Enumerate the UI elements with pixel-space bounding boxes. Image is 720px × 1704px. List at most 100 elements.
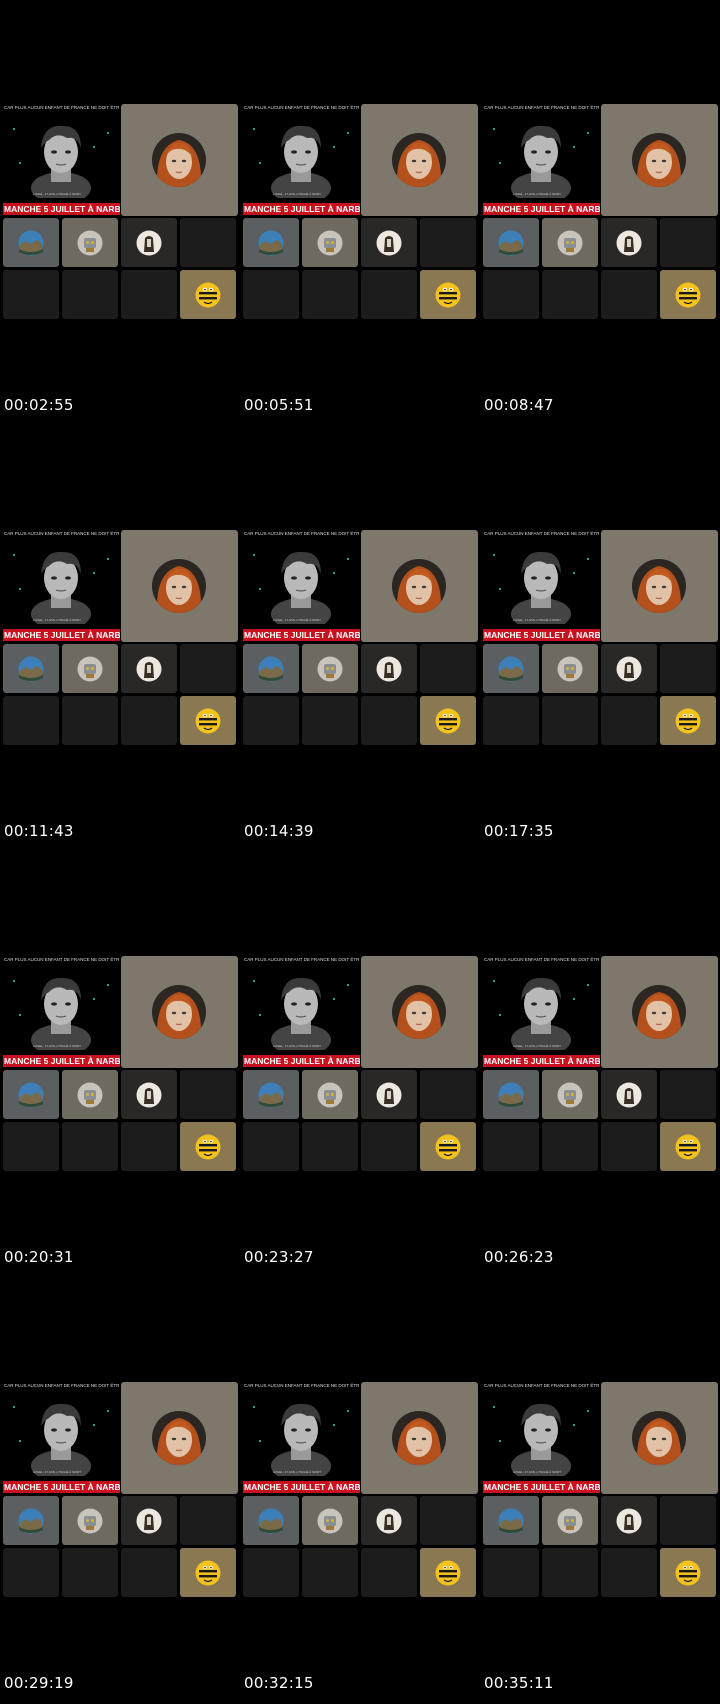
participant-tile[interactable]	[361, 1070, 417, 1119]
participant-tile[interactable]	[3, 644, 59, 693]
active-speaker-tile[interactable]	[601, 956, 718, 1068]
participant-tile[interactable]	[420, 696, 476, 745]
video-banner: MANCHE 5 JUILLET À NARBON	[483, 1055, 600, 1067]
sparkle-dot	[93, 998, 95, 1000]
sparkle-dot	[19, 588, 21, 590]
participant-tile[interactable]	[121, 1496, 177, 1545]
participant-tile[interactable]	[302, 644, 358, 693]
contact-sheet: { "meeting": { "caption": "CAR PLUS AUCU…	[0, 0, 720, 1704]
participant-tile[interactable]	[483, 1496, 539, 1545]
active-speaker-tile[interactable]	[601, 104, 718, 216]
shared-video-tile[interactable]: CAR PLUS AUCUN ENFANT DE FRANCE NE DOIT …	[243, 1382, 360, 1494]
participant-tile[interactable]	[180, 1548, 236, 1597]
shared-video-tile[interactable]: CAR PLUS AUCUN ENFANT DE FRANCE NE DOIT …	[3, 530, 120, 642]
participant-tile[interactable]	[302, 218, 358, 267]
participant-tile[interactable]	[601, 644, 657, 693]
active-speaker-tile[interactable]	[121, 530, 238, 642]
empty-tile	[243, 1122, 299, 1171]
shared-video-tile[interactable]: CAR PLUS AUCUN ENFANT DE FRANCE NE DOIT …	[483, 1382, 600, 1494]
shared-video-tile[interactable]: CAR PLUS AUCUN ENFANT DE FRANCE NE DOIT …	[3, 104, 120, 216]
video-frame: CAR PLUS AUCUN ENFANT DE FRANCE NE DOIT …	[483, 530, 719, 748]
sparkle-dot	[493, 128, 495, 130]
participant-tile[interactable]	[62, 1070, 118, 1119]
active-speaker-tile[interactable]	[361, 956, 478, 1068]
active-speaker-tile[interactable]	[361, 104, 478, 216]
shared-video-tile[interactable]: CAR PLUS AUCUN ENFANT DE FRANCE NE DOIT …	[3, 1382, 120, 1494]
active-speaker-tile[interactable]	[121, 956, 238, 1068]
landscape-avatar-icon	[18, 230, 44, 256]
shared-video-tile[interactable]: CAR PLUS AUCUN ENFANT DE FRANCE NE DOIT …	[483, 104, 600, 216]
participant-tile[interactable]	[483, 1070, 539, 1119]
participant-tile[interactable]	[660, 270, 716, 319]
active-speaker-tile[interactable]	[121, 1382, 238, 1494]
sparkle-dot	[587, 1410, 589, 1412]
empty-tile	[302, 270, 358, 319]
active-speaker-tile[interactable]	[601, 1382, 718, 1494]
video-subcaption: LOGEL, 17 ANS, LYNCHÉ À MORT	[513, 1470, 561, 1474]
participant-tile[interactable]	[420, 1122, 476, 1171]
video-subcaption: LOGEL, 17 ANS, LYNCHÉ À MORT	[33, 1044, 81, 1048]
shared-video-tile[interactable]: CAR PLUS AUCUN ENFANT DE FRANCE NE DOIT …	[483, 530, 600, 642]
participant-tile[interactable]	[243, 1496, 299, 1545]
shared-video-tile[interactable]: CAR PLUS AUCUN ENFANT DE FRANCE NE DOIT …	[243, 104, 360, 216]
participant-tile[interactable]	[542, 218, 598, 267]
robot-avatar-icon	[77, 1508, 103, 1534]
participant-tile[interactable]	[180, 1122, 236, 1171]
active-speaker-tile[interactable]	[361, 1382, 478, 1494]
empty-tile	[3, 1548, 59, 1597]
participant-tile[interactable]	[420, 270, 476, 319]
participant-tile[interactable]	[243, 1070, 299, 1119]
participant-tile[interactable]	[660, 696, 716, 745]
participant-tile[interactable]	[601, 218, 657, 267]
bee-avatar-icon	[675, 708, 701, 734]
shared-video-tile[interactable]: CAR PLUS AUCUN ENFANT DE FRANCE NE DOIT …	[243, 530, 360, 642]
participant-tile[interactable]	[361, 644, 417, 693]
active-speaker-tile[interactable]	[121, 104, 238, 216]
participant-tile[interactable]	[62, 1496, 118, 1545]
participant-tile[interactable]	[302, 1070, 358, 1119]
shared-video-tile[interactable]: CAR PLUS AUCUN ENFANT DE FRANCE NE DOIT …	[243, 956, 360, 1068]
participant-tile[interactable]	[601, 1496, 657, 1545]
participant-tile[interactable]	[483, 218, 539, 267]
participant-tile[interactable]	[121, 1070, 177, 1119]
participant-tile[interactable]	[483, 644, 539, 693]
participant-tile[interactable]	[3, 218, 59, 267]
shared-video-tile[interactable]: CAR PLUS AUCUN ENFANT DE FRANCE NE DOIT …	[483, 956, 600, 1068]
participant-tile[interactable]	[660, 1122, 716, 1171]
robot-avatar-icon	[317, 656, 343, 682]
participant-tile[interactable]	[542, 644, 598, 693]
participant-tile[interactable]	[420, 1548, 476, 1597]
sparkle-dot	[499, 1014, 501, 1016]
sparkle-dot	[253, 980, 255, 982]
participant-tile[interactable]	[243, 218, 299, 267]
robot-avatar-icon	[557, 1508, 583, 1534]
participant-tile[interactable]	[660, 1548, 716, 1597]
participant-tile[interactable]	[3, 1070, 59, 1119]
participant-tile[interactable]	[302, 1496, 358, 1545]
participant-tile[interactable]	[361, 1496, 417, 1545]
participant-tile[interactable]	[601, 1070, 657, 1119]
robot-avatar-icon	[317, 230, 343, 256]
participant-tile[interactable]	[62, 218, 118, 267]
participant-tile[interactable]	[361, 218, 417, 267]
participant-tile[interactable]	[121, 218, 177, 267]
participant-tile[interactable]	[542, 1070, 598, 1119]
active-speaker-tile[interactable]	[361, 530, 478, 642]
shared-video-tile[interactable]: CAR PLUS AUCUN ENFANT DE FRANCE NE DOIT …	[3, 956, 120, 1068]
sparkle-dot	[347, 558, 349, 560]
empty-tile	[180, 218, 236, 267]
participant-tile[interactable]	[243, 644, 299, 693]
video-subcaption: LOGEL, 17 ANS, LYNCHÉ À MORT	[273, 1470, 321, 1474]
participant-tile[interactable]	[180, 696, 236, 745]
landscape-avatar-icon	[258, 1082, 284, 1108]
landscape-avatar-icon	[18, 656, 44, 682]
participant-tile[interactable]	[3, 1496, 59, 1545]
participant-tile[interactable]	[180, 270, 236, 319]
participant-tile[interactable]	[62, 644, 118, 693]
participant-tile[interactable]	[121, 644, 177, 693]
participant-tile[interactable]	[542, 1496, 598, 1545]
video-banner: MANCHE 5 JUILLET À NARBON	[3, 203, 120, 215]
active-speaker-tile[interactable]	[601, 530, 718, 642]
sparkle-dot	[499, 162, 501, 164]
bee-avatar-icon	[435, 1134, 461, 1160]
